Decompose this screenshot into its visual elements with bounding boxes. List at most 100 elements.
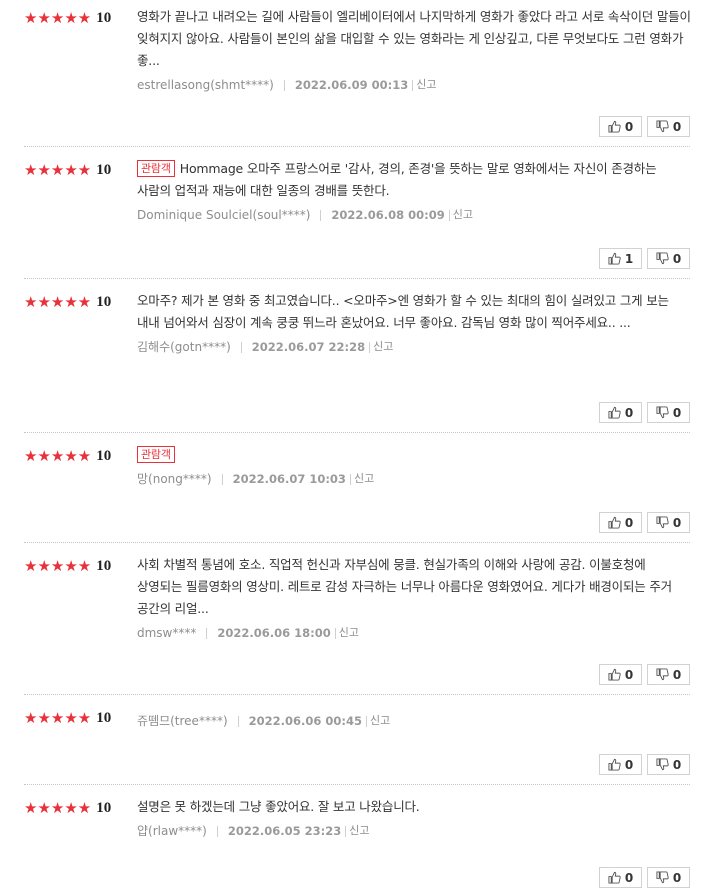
- review-meta: 망(nong****) 2022.06.07 10:03 신고: [137, 470, 693, 488]
- review-date: 2022.06.09 00:13: [294, 78, 409, 92]
- report-link[interactable]: 신고: [354, 470, 374, 488]
- report-link[interactable]: 신고: [370, 712, 390, 730]
- like-count: 1: [624, 251, 634, 266]
- thumbs-up-icon: [608, 871, 621, 884]
- review-item: ★★★★★ 10 사회 차별적 통념에 호소. 직업적 헌신과 자부심에 뭉클.…: [24, 548, 690, 695]
- divider: [237, 715, 239, 727]
- review-date: 2022.06.08 00:09: [331, 208, 445, 222]
- like-count: 0: [624, 405, 634, 420]
- dislike-button[interactable]: 0: [647, 248, 690, 269]
- score-value: 10: [96, 448, 112, 464]
- review-date: 2022.06.05 23:23: [227, 824, 342, 838]
- like-button[interactable]: 1: [599, 248, 642, 269]
- dislike-count: 0: [672, 515, 682, 530]
- dislike-count: 0: [672, 870, 682, 885]
- like-button[interactable]: 0: [599, 754, 642, 775]
- like-count: 0: [624, 515, 634, 530]
- star-rating-icon: ★★★★★: [24, 161, 92, 179]
- author-name[interactable]: estrellasong(shmt****): [137, 76, 274, 94]
- rating: ★★★★★ 10: [24, 447, 111, 465]
- like-button[interactable]: 0: [599, 402, 642, 423]
- thumbs-up-icon: [608, 516, 621, 529]
- review-text: 사회 차별적 통념에 호소. 직업적 헌신과 자부심에 뭉클. 현실가족의 이해…: [137, 557, 672, 616]
- review-body: 관람객 망(nong****) 2022.06.07 10:03 신고: [137, 444, 693, 488]
- like-count: 0: [624, 667, 634, 682]
- dislike-button[interactable]: 0: [647, 754, 690, 775]
- thumbs-up-icon: [608, 758, 621, 771]
- like-button[interactable]: 0: [599, 664, 642, 685]
- divider: [412, 79, 414, 91]
- review-item: ★★★★★ 10 관람객 Hommage 오마주 프랑스어로 '감사, 경의, 존…: [24, 152, 690, 279]
- score-value: 10: [96, 558, 112, 574]
- dislike-count: 0: [672, 405, 682, 420]
- viewer-badge: 관람객: [137, 446, 175, 463]
- review-meta: Dominique Soulciel(soul****) 2022.06.08 …: [137, 206, 693, 224]
- author-name[interactable]: dmsw****: [137, 624, 196, 642]
- review-item: ★★★★★ 10 오마주? 제가 본 영화 중 최고였습니다.. <오마주>엔 …: [24, 284, 690, 433]
- report-link[interactable]: 신고: [339, 624, 359, 642]
- vote-buttons: 0 0: [599, 116, 690, 137]
- like-count: 0: [624, 119, 634, 134]
- dislike-button[interactable]: 0: [647, 512, 690, 533]
- review-item: ★★★★★ 10 관람객 망(nong****) 2022.06.07 10:0…: [24, 438, 690, 543]
- dislike-button[interactable]: 0: [647, 867, 690, 888]
- like-button[interactable]: 0: [599, 867, 642, 888]
- review-meta: 김해수(gotn****) 2022.06.07 22:28 신고: [137, 338, 693, 356]
- author-name[interactable]: 쥬뗌므(tree****): [137, 712, 228, 730]
- review-text: 관람객 Hommage 오마주 프랑스어로 '감사, 경의, 존경'을 뜻하는 말…: [137, 160, 657, 198]
- divider: [366, 715, 367, 727]
- divider: [448, 209, 450, 221]
- author-name[interactable]: 김해수(gotn****): [137, 338, 231, 356]
- divider: [206, 627, 208, 639]
- rating: ★★★★★ 10: [24, 9, 111, 27]
- rating: ★★★★★ 10: [24, 161, 111, 179]
- review-text: 영화가 끝나고 내려오는 길에 사람들이 엘리베이터에서 나지막하게 영화가 좋…: [137, 9, 691, 68]
- like-count: 0: [624, 870, 634, 885]
- score-value: 10: [96, 710, 112, 726]
- author-name[interactable]: Dominique Soulciel(soul****): [137, 206, 310, 224]
- report-link[interactable]: 신고: [373, 338, 393, 356]
- score-value: 10: [96, 800, 112, 816]
- review-body: 영화가 끝나고 내려오는 길에 사람들이 엘리베이터에서 나지막하게 영화가 좋…: [137, 6, 693, 94]
- thumbs-down-icon: [656, 120, 669, 133]
- score-value: 10: [96, 10, 112, 26]
- review-meta: 얍(rlaw****) 2022.06.05 23:23 신고: [137, 822, 693, 840]
- review-item: ★★★★★ 10 쥬뗌므(tree****) 2022.06.06 00:45 …: [24, 700, 690, 785]
- dislike-button[interactable]: 0: [647, 664, 690, 685]
- thumbs-down-icon: [656, 406, 669, 419]
- thumbs-up-icon: [608, 120, 621, 133]
- thumbs-up-icon: [608, 668, 621, 681]
- report-link[interactable]: 신고: [416, 76, 436, 94]
- dislike-count: 0: [672, 251, 682, 266]
- dislike-count: 0: [672, 119, 682, 134]
- divider: [283, 79, 285, 91]
- dislike-button[interactable]: 0: [647, 116, 690, 137]
- star-rating-icon: ★★★★★: [24, 557, 92, 575]
- rating: ★★★★★ 10: [24, 293, 111, 311]
- thumbs-down-icon: [656, 758, 669, 771]
- dislike-count: 0: [672, 667, 682, 682]
- divider: [349, 473, 351, 485]
- like-button[interactable]: 0: [599, 512, 642, 533]
- star-rating-icon: ★★★★★: [24, 293, 92, 311]
- divider: [334, 627, 336, 639]
- vote-buttons: 1 0: [599, 248, 690, 269]
- dislike-button[interactable]: 0: [647, 402, 690, 423]
- review-text: 설명은 못 하겠는데 그냥 좋았어요. 잘 보고 나왔습니다.: [137, 799, 420, 814]
- divider: [369, 341, 371, 353]
- review-body: 설명은 못 하겠는데 그냥 좋았어요. 잘 보고 나왔습니다. 얍(rlaw**…: [137, 796, 693, 840]
- report-link[interactable]: 신고: [349, 822, 369, 840]
- report-link[interactable]: 신고: [453, 206, 473, 224]
- author-name[interactable]: 얍(rlaw****): [137, 822, 207, 840]
- thumbs-up-icon: [608, 252, 621, 265]
- thumbs-up-icon: [608, 406, 621, 419]
- thumbs-down-icon: [656, 871, 669, 884]
- review-date: 2022.06.07 10:03: [232, 472, 346, 486]
- rating: ★★★★★ 10: [24, 557, 111, 575]
- vote-buttons: 0 0: [599, 754, 690, 775]
- vote-buttons: 0 0: [599, 664, 690, 685]
- author-name[interactable]: 망(nong****): [137, 470, 212, 488]
- review-meta: 쥬뗌므(tree****) 2022.06.06 00:45 신고: [137, 712, 693, 730]
- review-date: 2022.06.06 00:45: [248, 714, 362, 728]
- like-button[interactable]: 0: [599, 116, 642, 137]
